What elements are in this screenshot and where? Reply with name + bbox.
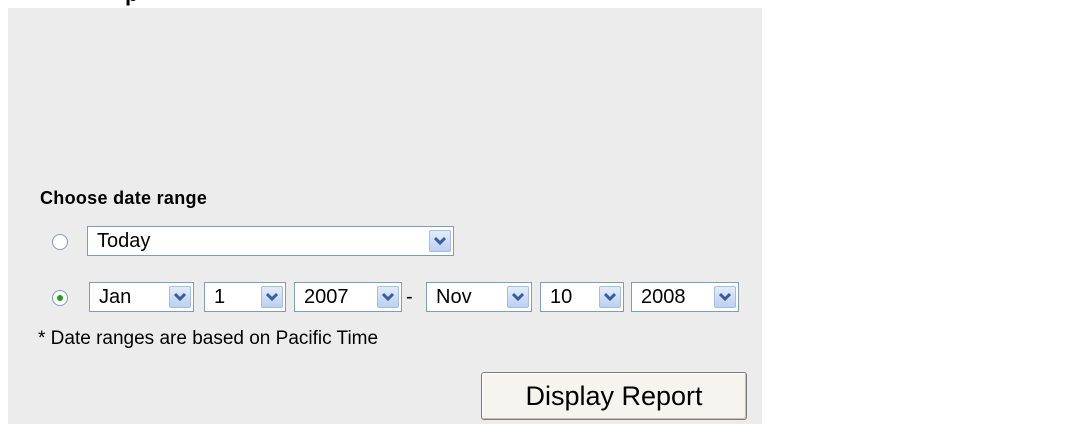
- chevron-down-icon[interactable]: [261, 286, 283, 308]
- page-title-fragment: p: [125, 0, 151, 6]
- chevron-down-icon[interactable]: [714, 286, 736, 308]
- start-month-select[interactable]: Jan: [89, 282, 194, 312]
- date-range-separator: -: [406, 286, 413, 308]
- custom-range-radio[interactable]: [52, 290, 68, 306]
- chevron-down-icon[interactable]: [169, 286, 191, 308]
- end-month-select[interactable]: Nov: [426, 282, 532, 312]
- chevron-down-icon[interactable]: [599, 286, 621, 308]
- end-day-select[interactable]: 10: [540, 282, 624, 312]
- end-year-select[interactable]: 2008: [631, 282, 739, 312]
- report-options-panel: [8, 8, 762, 424]
- start-day-select[interactable]: 1: [204, 282, 286, 312]
- preset-range-select[interactable]: Today: [87, 226, 454, 256]
- preset-range-radio[interactable]: [52, 234, 68, 250]
- date-range-heading: Choose date range: [40, 188, 208, 208]
- display-report-button[interactable]: Display Report: [481, 372, 747, 420]
- chevron-down-icon[interactable]: [377, 286, 399, 308]
- start-year-select[interactable]: 2007: [294, 282, 402, 312]
- timezone-note: * Date ranges are based on Pacific Time: [38, 328, 379, 349]
- chevron-down-icon[interactable]: [429, 230, 451, 252]
- chevron-down-icon[interactable]: [507, 286, 529, 308]
